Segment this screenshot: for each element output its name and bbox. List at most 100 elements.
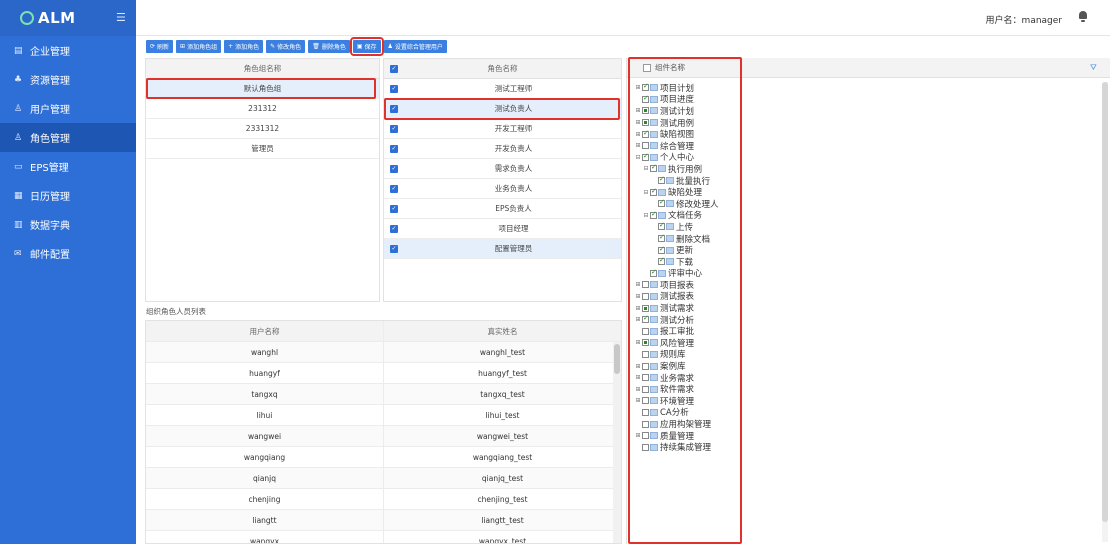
tree-checkbox[interactable] (642, 82, 649, 92)
tree-checkbox[interactable] (650, 268, 657, 277)
tree-checkbox[interactable] (642, 292, 649, 300)
sidebar-item-1[interactable]: ♣ 资源管理 (0, 65, 136, 94)
tree-node[interactable]: 规则库 (635, 349, 719, 360)
tree-checkbox[interactable] (642, 142, 649, 150)
tree-checkbox[interactable] (642, 119, 649, 127)
tree-checkbox[interactable] (642, 327, 649, 335)
sidebar-item-3[interactable]: ♙ 角色管理 (0, 123, 136, 152)
tree-checkbox[interactable] (642, 281, 649, 289)
tree-node[interactable]: 报工审批 (635, 325, 719, 337)
expand-toggle-icon[interactable]: ⊞ (635, 119, 641, 126)
tree-node[interactable]: ⊞ 质量管理 (635, 430, 719, 442)
tree-checkbox[interactable] (642, 314, 649, 324)
tree-node[interactable]: 下载 (635, 256, 719, 268)
tree-checkbox[interactable] (658, 221, 665, 231)
tree-node[interactable]: ⊞ 项目计划 (635, 82, 719, 94)
role-checkbox[interactable]: ✓ (390, 104, 398, 113)
select-all-checkbox[interactable]: ✓ (390, 64, 398, 73)
tree-checkbox[interactable] (642, 94, 649, 103)
role-row[interactable]: ✓ 配置管理员 (384, 239, 621, 259)
role-checkbox[interactable]: ✓ (390, 204, 398, 213)
tree-checkbox[interactable] (642, 107, 649, 115)
tree-node[interactable]: 项目进度 (635, 94, 719, 105)
table-row[interactable]: wangqiang wangqiang_test (146, 447, 621, 468)
tree-node[interactable]: ⊟ 个人中心 (635, 152, 719, 164)
tree-checkbox[interactable] (642, 408, 649, 416)
expand-toggle-icon[interactable]: ⊞ (635, 107, 641, 114)
expand-toggle-icon[interactable]: ⊞ (635, 316, 641, 323)
tree-checkbox[interactable] (658, 245, 665, 254)
tree-node[interactable]: 应用构架管理 (635, 418, 719, 430)
table-row[interactable]: wangwei wangwei_test (146, 426, 621, 447)
save-button[interactable]: ▣ 保存 (349, 37, 384, 56)
add-group-button[interactable]: ⊞ 添加角色组 (176, 40, 222, 53)
tree-node[interactable]: ⊞ 缺陷视图 (635, 128, 719, 141)
tree-node[interactable]: 删除文档 (635, 233, 719, 245)
tree-checkbox[interactable] (642, 443, 649, 451)
role-checkbox[interactable]: ✓ (390, 144, 398, 153)
tree-node[interactable]: 上传 (635, 221, 719, 233)
role-row[interactable]: ✓ 开发工程师 (384, 119, 621, 139)
tree-checkbox[interactable] (642, 350, 649, 358)
tree-checkbox[interactable] (650, 163, 657, 173)
tree-node[interactable]: 评审中心 (635, 268, 719, 279)
tree-checkbox[interactable] (642, 432, 649, 440)
expand-toggle-icon[interactable]: ⊞ (635, 363, 641, 370)
tree-node[interactable]: ⊞ 业务需求 (635, 372, 719, 384)
expand-toggle-icon[interactable]: ⊞ (635, 84, 641, 91)
expand-toggle-icon[interactable]: ⊞ (635, 131, 641, 138)
role-row[interactable]: ✓ EPS负责人 (384, 199, 621, 219)
role-row[interactable]: ✓ 项目经理 (384, 219, 621, 239)
tree-checkbox[interactable] (642, 374, 649, 382)
role-group-row[interactable]: 管理员 (146, 139, 379, 159)
tree-checkbox[interactable] (642, 420, 649, 428)
sidebar-item-4[interactable]: ▭ EPS管理 (0, 152, 136, 181)
tree-checkbox[interactable] (658, 175, 665, 185)
bell-icon[interactable] (1078, 11, 1088, 22)
role-group-row[interactable]: 默认角色组 (146, 79, 379, 99)
expand-toggle-icon[interactable]: ⊞ (635, 281, 641, 288)
tree-node[interactable]: ⊟ 执行用例 (635, 163, 719, 175)
edit-role-button[interactable]: ✎ 修改角色 (266, 40, 306, 53)
tree-node[interactable]: ⊟ 缺陷处理 (635, 186, 719, 199)
sidebar-item-6[interactable]: ▥ 数据字典 (0, 210, 136, 239)
tree-node[interactable]: ⊞ 综合管理 (635, 140, 719, 152)
expand-toggle-icon[interactable]: ⊟ (643, 212, 649, 219)
tree-select-all-checkbox[interactable] (643, 63, 651, 72)
role-checkbox[interactable]: ✓ (390, 224, 398, 233)
refresh-button[interactable]: ⟳ 刷新 (146, 40, 174, 53)
tree-checkbox[interactable] (650, 187, 657, 196)
tree-node[interactable]: ⊞ 风险管理 (635, 337, 719, 349)
role-row[interactable]: ✓ 开发负责人 (384, 139, 621, 159)
tree-checkbox[interactable] (658, 233, 665, 243)
tree-node[interactable]: 修改处理人 (635, 198, 719, 210)
role-group-row[interactable]: 2331312 (146, 119, 379, 139)
role-group-row[interactable]: 231312 (146, 99, 379, 119)
tree-checkbox[interactable] (642, 339, 649, 347)
role-checkbox[interactable]: ✓ (390, 164, 398, 173)
set-admin-button[interactable]: ♟ 设置综合管理用户 (383, 40, 447, 53)
tree-checkbox[interactable] (658, 198, 665, 208)
tree-node[interactable]: CA分析 (635, 407, 719, 418)
tree-node[interactable]: 更新 (635, 244, 719, 256)
role-row[interactable]: ✓ 测试负责人 (384, 99, 621, 119)
tree-node[interactable]: ⊞ 测试报表 (635, 291, 719, 302)
role-row[interactable]: ✓ 测试工程师 (384, 79, 621, 99)
expand-toggle-icon[interactable]: ⊞ (635, 142, 641, 149)
table-row[interactable]: chenjing chenjing_test (146, 489, 621, 510)
tree-node[interactable]: ⊞ 测试需求 (635, 302, 719, 314)
table-row[interactable]: wangyx wangyx_test (146, 531, 621, 543)
sidebar-item-5[interactable]: ▦ 日历管理 (0, 181, 136, 210)
table-row[interactable]: liangtt liangtt_test (146, 510, 621, 531)
sidebar-item-7[interactable]: ✉ 邮件配置 (0, 239, 136, 268)
tree-checkbox[interactable] (650, 210, 657, 219)
tree-checkbox[interactable] (658, 256, 665, 266)
table-row[interactable]: tangxq tangxq_test (146, 384, 621, 405)
table-row[interactable]: wanghl wanghl_test (146, 342, 621, 363)
delete-role-button[interactable]: 🗑 删除角色 (308, 40, 350, 53)
expand-toggle-icon[interactable]: ⊞ (635, 386, 641, 393)
expand-toggle-icon[interactable]: ⊞ (635, 374, 641, 381)
table-row[interactable]: qianjq qianjq_test (146, 468, 621, 489)
menu-toggle-icon[interactable]: ☰ (116, 11, 126, 24)
tree-node[interactable]: 批量执行 (635, 175, 719, 187)
